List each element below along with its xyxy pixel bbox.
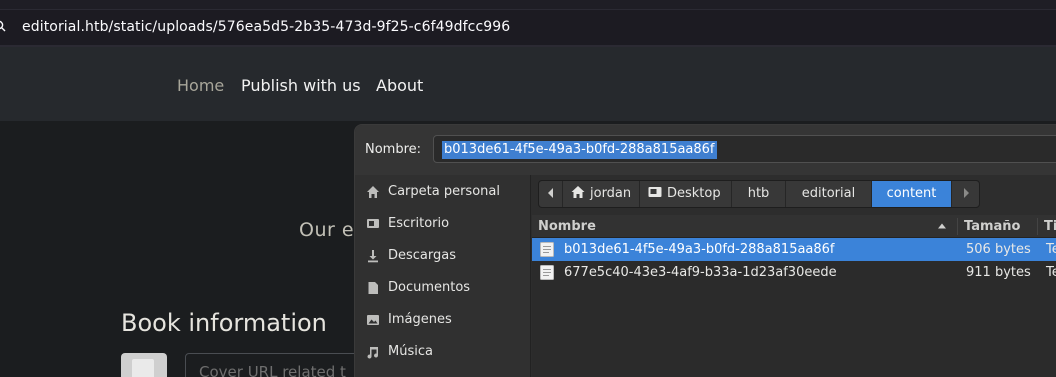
tab-strip [0, 0, 1056, 9]
file-size: 911 bytes [966, 265, 1031, 280]
dialog-header: Nombre: b013de61-4f5e-49a3-b0fd-288a815a… [355, 125, 1056, 175]
sidebar-item-documents[interactable]: Documentos [355, 272, 531, 304]
column-header-name[interactable]: Nombre [538, 219, 596, 234]
sidebar-item-downloads[interactable]: Descargas [355, 240, 531, 272]
sidebar-item-desktop[interactable]: Escritorio [355, 208, 531, 240]
text-file-icon [540, 265, 554, 280]
sidebar-item-label: Escritorio [388, 216, 450, 231]
file-type: Te [1046, 265, 1056, 280]
column-divider[interactable] [1037, 218, 1038, 235]
file-chooser-dialog: Nombre: b013de61-4f5e-49a3-b0fd-288a815a… [354, 124, 1056, 377]
file-browser-pane: jordan Desktop htb editorial content Nom… [532, 175, 1056, 377]
book-information-heading: Book information [121, 309, 327, 337]
home-icon [571, 186, 585, 198]
column-header-size[interactable]: Tamaño [964, 219, 1020, 234]
crumb-desktop[interactable]: Desktop [640, 181, 732, 207]
desktop-icon [648, 187, 662, 197]
document-icon [368, 282, 378, 294]
desktop-icon [367, 219, 379, 228]
site-navbar: Home Publish with us About [0, 47, 1056, 121]
crumb-label: jordan [590, 186, 632, 201]
sidebar-item-label: Documentos [388, 280, 471, 295]
sidebar-item-music[interactable]: Música [355, 336, 531, 368]
sidebar-item-label: Imágenes [388, 312, 452, 327]
file-row[interactable]: b013de61-4f5e-49a3-b0fd-288a815aa86f 506… [532, 238, 1056, 261]
file-size: 506 bytes [966, 242, 1031, 257]
file-list: Nombre Tamaño Ti b013de61-4f5e-49a3-b0fd… [532, 215, 1056, 377]
crumb-label: editorial [801, 186, 856, 201]
chevron-left-icon [547, 188, 553, 198]
filename-label: Nombre: [365, 142, 422, 157]
nav-publish-link[interactable]: Publish with us [241, 76, 361, 95]
path-forward-button[interactable] [952, 181, 979, 207]
crumb-label: htb [747, 186, 770, 201]
crumb-htb[interactable]: htb [732, 181, 786, 207]
file-name: 677e5c40-43e3-4af9-b33a-1d23af30eede [564, 265, 837, 280]
file-type: Te [1046, 242, 1056, 257]
filename-selected-text[interactable]: b013de61-4f5e-49a3-b0fd-288a815aa86f [442, 141, 717, 159]
sort-ascending-icon [938, 223, 946, 229]
crumb-editorial[interactable]: editorial [786, 181, 872, 207]
nav-home-link[interactable]: Home [177, 76, 224, 95]
sidebar-item-images[interactable]: Imágenes [355, 304, 531, 336]
image-placeholder-icon [132, 359, 154, 377]
file-list-header: Nombre Tamaño Ti [532, 215, 1056, 238]
column-header-type[interactable]: Ti [1044, 219, 1056, 234]
screen: editorial.htb/static/uploads/576ea5d5-2b… [0, 0, 1056, 377]
path-back-button[interactable] [539, 181, 563, 207]
sidebar-item-label: Descargas [388, 248, 457, 263]
places-sidebar: Carpeta personal Escritorio Descargas Do… [355, 175, 531, 377]
chevron-right-icon [964, 188, 969, 198]
crumb-label: Desktop [667, 186, 721, 201]
sidebar-item-label: Música [388, 344, 433, 359]
browser-toolbar: editorial.htb/static/uploads/576ea5d5-2b… [0, 0, 1056, 47]
file-name: b013de61-4f5e-49a3-b0fd-288a815aa86f [564, 242, 835, 257]
sidebar-item-label: Carpeta personal [388, 184, 500, 199]
hero-text: Our e [299, 219, 355, 241]
music-icon [367, 347, 379, 359]
text-file-icon [540, 242, 554, 257]
nav-about-link[interactable]: About [376, 76, 423, 95]
file-row[interactable]: 677e5c40-43e3-4af9-b33a-1d23af30eede 911… [532, 261, 1056, 284]
crumb-jordan[interactable]: jordan [563, 181, 640, 207]
crumb-label: content [886, 186, 937, 201]
path-bar: jordan Desktop htb editorial content [538, 180, 980, 208]
home-icon [367, 186, 379, 198]
cover-image-placeholder [121, 353, 167, 377]
sidebar-item-home[interactable]: Carpeta personal [355, 176, 531, 208]
cover-url-placeholder: Cover URL related t [199, 363, 346, 377]
crumb-content[interactable]: content [872, 181, 952, 207]
column-divider[interactable] [957, 218, 958, 235]
image-icon [367, 315, 379, 325]
url-text[interactable]: editorial.htb/static/uploads/576ea5d5-2b… [22, 19, 510, 35]
search-icon [0, 20, 6, 32]
filename-input[interactable]: b013de61-4f5e-49a3-b0fd-288a815aa86f [433, 135, 1056, 163]
download-icon [368, 250, 378, 263]
